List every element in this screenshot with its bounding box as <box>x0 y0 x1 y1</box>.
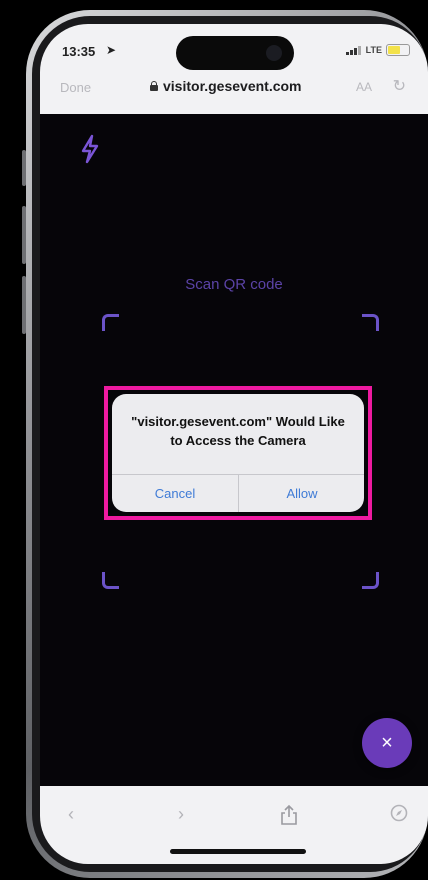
done-button[interactable]: Done <box>60 80 91 95</box>
allow-button[interactable]: Allow <box>239 475 364 512</box>
battery-icon <box>386 44 410 56</box>
dialog-message: "visitor.gesevent.com" Would Like to Acc… <box>131 414 345 448</box>
scan-title: Scan QR code <box>185 276 283 293</box>
text-size-button[interactable]: AA <box>356 80 372 94</box>
dynamic-island <box>176 36 294 70</box>
signal-icon <box>345 45 362 55</box>
phone-screen: 13:35 ➤ LTE Done visitor.gesevent.com AA… <box>40 24 428 864</box>
location-arrow-icon: ➤ <box>106 43 117 57</box>
browser-top-bar: 13:35 ➤ LTE Done visitor.gesevent.com AA… <box>40 24 428 114</box>
browser-toolbar: ‹ › <box>40 786 428 864</box>
scan-frame-corner-bottom-right <box>362 572 379 589</box>
share-icon[interactable] <box>280 804 298 826</box>
camera-permission-dialog: "visitor.gesevent.com" Would Like to Acc… <box>112 394 364 512</box>
url-text[interactable]: visitor.gesevent.com <box>163 78 302 94</box>
compass-icon[interactable] <box>390 804 408 822</box>
home-indicator[interactable] <box>170 849 306 854</box>
front-camera-icon <box>266 45 282 61</box>
close-button[interactable]: × <box>362 718 412 768</box>
cancel-button[interactable]: Cancel <box>112 475 238 512</box>
lock-icon <box>150 81 158 91</box>
status-indicators: LTE <box>345 44 410 56</box>
status-time: 13:35 <box>62 44 96 59</box>
battery-level <box>388 46 401 54</box>
phone-side-button <box>22 150 26 186</box>
scan-frame-corner-top-left <box>102 314 119 331</box>
address-bar[interactable]: visitor.gesevent.com <box>150 78 302 94</box>
chevron-left-icon[interactable]: ‹ <box>68 804 74 825</box>
chevron-right-icon[interactable]: › <box>178 804 184 825</box>
phone-volume-up-button <box>22 206 26 264</box>
lightning-icon[interactable] <box>78 134 102 164</box>
scan-frame-corner-top-right <box>362 314 379 331</box>
network-label: LTE <box>365 45 382 55</box>
reload-icon[interactable]: ↻ <box>393 76 406 96</box>
phone-volume-down-button <box>22 276 26 334</box>
scan-frame-corner-bottom-left <box>102 572 119 589</box>
